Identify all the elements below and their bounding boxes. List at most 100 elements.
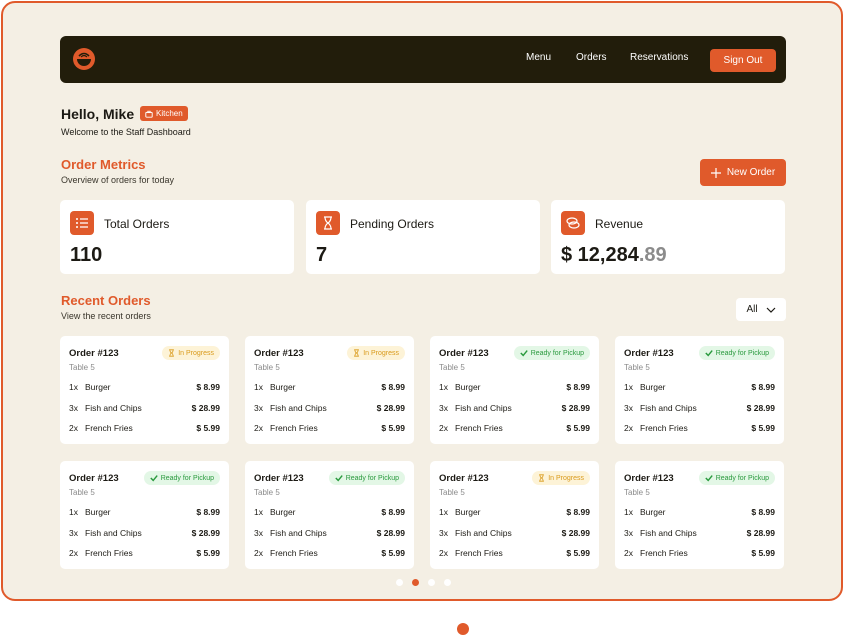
order-item-row: 2x French Fries $ 5.99 — [439, 548, 590, 560]
order-item-row: 2x French Fries $ 5.99 — [624, 548, 775, 560]
status-label: In Progress — [548, 474, 584, 482]
new-order-button[interactable]: New Order — [700, 159, 786, 186]
page-dot[interactable] — [428, 579, 435, 586]
item-qty: 2x — [439, 423, 448, 433]
order-item-row: 1x Burger $ 8.99 — [624, 507, 775, 519]
check-icon — [519, 350, 528, 357]
item-price: $ 8.99 — [381, 382, 405, 392]
item-price: $ 5.99 — [196, 548, 220, 558]
order-card[interactable]: Order #123 Table 5 Ready for Pickup 1x Burge… — [60, 461, 229, 569]
item-name: French Fries — [455, 548, 503, 558]
recent-orders-subtitle: View the recent orders — [61, 311, 151, 321]
order-item-row: 1x Burger $ 8.99 — [624, 382, 775, 394]
status-badge: Ready for Pickup — [328, 471, 405, 485]
item-name: Burger — [270, 507, 296, 517]
item-price: $ 5.99 — [566, 548, 590, 558]
hourglass-icon — [354, 349, 360, 357]
item-name: Fish and Chips — [270, 528, 327, 538]
order-card[interactable]: Order #123 Table 5 In Progress 1x Burger $ 8.… — [245, 336, 414, 444]
order-item-row: 1x Burger $ 8.99 — [439, 507, 590, 519]
item-price: $ 5.99 — [566, 423, 590, 433]
revenue-cents: .89 — [638, 244, 667, 266]
status-label: Ready for Pickup — [715, 474, 769, 482]
metric-label: Revenue — [595, 217, 644, 231]
sign-out-button[interactable]: Sign Out — [710, 49, 776, 72]
item-name: Fish and Chips — [270, 403, 327, 413]
order-table: Table 5 — [624, 363, 650, 372]
item-name: French Fries — [270, 548, 318, 558]
item-qty: 2x — [624, 548, 633, 558]
metric-label: Pending Orders — [350, 217, 435, 231]
status-label: Ready for Pickup — [160, 474, 214, 482]
item-name: Burger — [85, 382, 111, 392]
item-price: $ 28.99 — [191, 528, 220, 538]
order-card[interactable]: Order #123 Table 5 In Progress 1x Burger $ 8.… — [60, 336, 229, 444]
metric-label: Total Orders — [104, 217, 170, 231]
item-qty: 1x — [254, 382, 263, 392]
item-name: Fish and Chips — [640, 528, 697, 538]
order-item-row: 2x French Fries $ 5.99 — [254, 548, 405, 560]
order-item-row: 3x Fish and Chips $ 28.99 — [69, 403, 220, 415]
order-item-row: 3x Fish and Chips $ 28.99 — [624, 528, 775, 540]
item-price: $ 8.99 — [751, 382, 775, 392]
check-icon — [704, 475, 713, 482]
item-price: $ 28.99 — [746, 403, 775, 413]
order-table: Table 5 — [254, 363, 280, 372]
nav-link-menu[interactable]: Menu — [526, 52, 551, 63]
item-qty: 2x — [254, 548, 263, 558]
role-label: Kitchen — [156, 109, 183, 118]
item-qty: 3x — [69, 528, 78, 538]
item-qty: 1x — [69, 507, 78, 517]
item-name: Burger — [640, 507, 666, 517]
order-item-row: 2x French Fries $ 5.99 — [624, 423, 775, 435]
item-price: $ 8.99 — [196, 382, 220, 392]
metric-value: 110 — [70, 244, 103, 266]
page-dot-active[interactable] — [412, 579, 419, 586]
status-label: Ready for Pickup — [345, 474, 399, 482]
order-table: Table 5 — [254, 488, 280, 497]
page-dot[interactable] — [396, 579, 403, 586]
order-metrics-subtitle: Overview of orders for today — [61, 175, 175, 185]
metric-value: 7 — [316, 244, 328, 266]
item-name: Fish and Chips — [640, 403, 697, 413]
item-qty: 2x — [69, 423, 78, 433]
status-label: In Progress — [178, 349, 214, 357]
status-badge: Ready for Pickup — [698, 346, 775, 360]
item-price: $ 8.99 — [751, 507, 775, 517]
coins-icon — [561, 211, 585, 235]
new-order-label: New Order — [726, 167, 776, 178]
greeting-text: Hello, Mike — [61, 106, 135, 122]
hourglass-icon — [316, 211, 340, 235]
order-item-row: 3x Fish and Chips $ 28.99 — [254, 528, 405, 540]
item-name: Burger — [270, 382, 296, 392]
status-filter-select[interactable]: All — [736, 298, 786, 321]
item-price: $ 28.99 — [376, 528, 405, 538]
item-qty: 2x — [439, 548, 448, 558]
item-price: $ 28.99 — [561, 403, 590, 413]
item-qty: 3x — [254, 528, 263, 538]
order-card[interactable]: Order #123 Table 5 Ready for Pickup 1x Burge… — [615, 461, 784, 569]
bowl-logo-icon[interactable] — [72, 47, 96, 71]
item-price: $ 5.99 — [751, 548, 775, 558]
item-name: Burger — [85, 507, 111, 517]
nav-link-reservations[interactable]: Reservations — [630, 52, 688, 63]
order-item-row: 3x Fish and Chips $ 28.99 — [254, 403, 405, 415]
order-card[interactable]: Order #123 Table 5 In Progress 1x Burger $ 8.… — [430, 461, 599, 569]
order-item-row: 1x Burger $ 8.99 — [254, 507, 405, 519]
item-qty: 3x — [439, 528, 448, 538]
nav-link-orders[interactable]: Orders — [576, 52, 607, 63]
item-qty: 3x — [624, 403, 633, 413]
item-qty: 3x — [254, 403, 263, 413]
item-price: $ 5.99 — [381, 548, 405, 558]
item-price: $ 5.99 — [196, 423, 220, 433]
order-table: Table 5 — [624, 488, 650, 497]
item-name: French Fries — [640, 423, 688, 433]
order-card[interactable]: Order #123 Table 5 Ready for Pickup 1x Burge… — [245, 461, 414, 569]
item-name: French Fries — [270, 423, 318, 433]
item-name: French Fries — [640, 548, 688, 558]
page-dot[interactable] — [444, 579, 451, 586]
order-card[interactable]: Order #123 Table 5 Ready for Pickup 1x Burge… — [430, 336, 599, 444]
plus-icon — [710, 167, 721, 178]
order-card[interactable]: Order #123 Table 5 Ready for Pickup 1x Burge… — [615, 336, 784, 444]
welcome-text: Welcome to the Staff Dashboard — [61, 127, 191, 137]
